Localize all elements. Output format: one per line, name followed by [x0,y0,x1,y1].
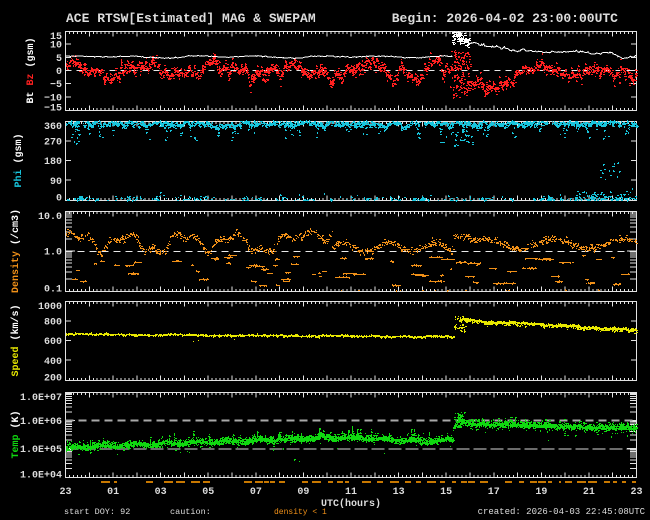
svg-text:11: 11 [345,487,357,498]
svg-text:09: 09 [297,487,309,498]
svg-text:21: 21 [583,487,595,498]
svg-text:10.0: 10.0 [38,212,62,223]
svg-text:1.0E+06: 1.0E+06 [20,417,62,428]
svg-text:caution:: caution: [170,507,211,517]
svg-text:Temp (K): Temp (K) [10,410,22,458]
svg-text:270: 270 [44,137,62,148]
svg-text:90: 90 [50,177,62,188]
svg-text:Phi (gsm): Phi (gsm) [13,133,25,187]
svg-text:1.0E+05: 1.0E+05 [20,445,62,456]
svg-text:start DOY: 92: start DOY: 92 [64,507,130,517]
svg-text:1.0E+07: 1.0E+07 [20,393,62,404]
svg-text:600: 600 [44,337,62,348]
svg-text:UTC(hours): UTC(hours) [321,498,381,510]
svg-text:Begin: 2026-04-02 23:00:00UTC: Begin: 2026-04-02 23:00:00UTC [392,11,618,26]
svg-text:360: 360 [44,122,62,133]
svg-text:1.0: 1.0 [44,248,62,259]
svg-text:1000: 1000 [38,302,62,313]
svg-text:800: 800 [44,317,62,328]
svg-text:19: 19 [535,487,547,498]
svg-text:10: 10 [50,41,62,52]
svg-text:1.0E+04: 1.0E+04 [20,471,62,482]
svg-text:0: 0 [56,194,62,205]
svg-text:density < 1: density < 1 [274,508,327,517]
svg-text:180: 180 [44,157,62,168]
svg-text:Speed (km/s): Speed (km/s) [10,304,22,376]
svg-text:0: 0 [56,67,62,78]
svg-text:03: 03 [155,487,167,498]
svg-text:15: 15 [440,487,452,498]
svg-text:05: 05 [202,487,214,498]
svg-text:−15: −15 [44,104,62,115]
svg-text:ACE RTSW[Estimated] MAG & SWEP: ACE RTSW[Estimated] MAG & SWEPAM [66,11,316,26]
svg-text:13: 13 [393,487,405,498]
svg-text:17: 17 [488,487,500,498]
svg-text:0.1: 0.1 [44,285,62,296]
svg-text:Density (/cm3): Density (/cm3) [10,209,22,293]
svg-text:5: 5 [56,54,62,65]
svg-text:01: 01 [107,487,119,498]
svg-text:−10: −10 [44,93,62,104]
svg-text:200: 200 [44,374,62,385]
svg-text:23: 23 [630,487,642,498]
svg-text:23: 23 [59,487,71,498]
svg-text:400: 400 [44,357,62,368]
svg-text:created: 2026-04-03 22:45:08UT: created: 2026-04-03 22:45:08UTC [478,507,646,517]
svg-text:07: 07 [250,487,262,498]
svg-text:−5: −5 [50,80,62,91]
svg-text:Bt Bz (gsm): Bt Bz (gsm) [25,37,37,103]
